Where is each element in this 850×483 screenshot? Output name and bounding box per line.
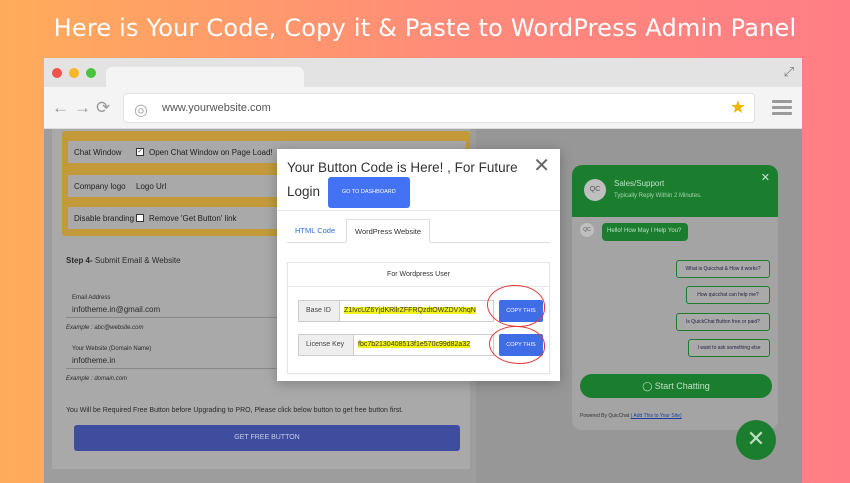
close-icon[interactable]: ✕ [761, 171, 770, 184]
url-text[interactable]: www.yourwebsite.com [162, 102, 271, 114]
browser-tabbar: ⤢ [44, 58, 802, 87]
license-key-value: fbc7b2130408513f1e570c99d82a32 [358, 341, 471, 348]
modal-divider [277, 210, 560, 211]
chat-option-2[interactable]: How quicchat can help me? [686, 286, 770, 304]
annotation-circle-base-id [487, 285, 545, 327]
browser-tab[interactable] [106, 67, 304, 87]
branding-checkbox[interactable] [136, 214, 144, 222]
get-free-button[interactable]: GET FREE BUTTON [74, 425, 460, 451]
chat-reply-time: Typically Reply Within 2 Minutes. [614, 193, 702, 199]
chat-widget-header: QC Sales/Support Typically Reply Within … [572, 165, 778, 217]
avatar: QC [584, 179, 606, 201]
chat-window-option: Open Chat Window on Page Load! [149, 147, 273, 157]
go-to-dashboard-button[interactable]: GO TO DASHBOARD [327, 177, 410, 208]
greeting-message: Hello! How May I Help You? [602, 223, 688, 241]
whatsapp-icon: ◯ [642, 381, 655, 391]
step4-heading: Step 4- Submit Email & Website [66, 256, 181, 265]
close-window-dot[interactable] [52, 68, 62, 78]
chat-window-label: Chat Window [74, 147, 122, 157]
chat-option-4[interactable]: I want to ask something else [688, 339, 770, 357]
base-id-value: Z1IvcUZ6YjdKRllrZFFRQzdtOWZDVXhqN [344, 307, 476, 314]
chat-option-1[interactable]: What is Quicchat & How it works? [676, 260, 770, 278]
annotation-circle-license [489, 326, 545, 364]
tab-wordpress-website[interactable]: WordPress Website [346, 219, 430, 243]
chat-agent-name: Sales/Support [614, 179, 665, 188]
headline: Here is Your Code, Copy it & Paste to Wo… [53, 14, 797, 42]
branding-label: Disable branding [74, 213, 135, 223]
branding-option: Remove 'Get Button' link [149, 213, 237, 223]
company-logo-label: Company logo [74, 181, 126, 191]
license-key-label: License Key [298, 334, 354, 356]
website-input[interactable]: infotheme.in [72, 356, 116, 365]
hamburger-menu-icon[interactable] [772, 100, 792, 118]
message-avatar: QC [580, 223, 594, 237]
website-example: Example : domain.com [66, 376, 128, 382]
base-id-label: Base ID [298, 300, 340, 322]
modal-tabs: HTML Code WordPress Website [287, 219, 550, 243]
step4-text: Submit Email & Website [94, 256, 181, 265]
step4-prefix: Step 4- [66, 256, 93, 265]
modal-title: Your Button Code is Here! , For Future L… [287, 158, 527, 208]
license-key-field[interactable]: fbc7b2130408513f1e570c99d82a32 [354, 334, 494, 356]
bookmark-star-icon[interactable]: ★ [730, 97, 746, 118]
email-input[interactable]: infotheme.in@gmail.com [72, 305, 160, 314]
notice-text: You Will be Required Free Button before … [66, 407, 404, 414]
powered-by: Powered By QuicChat ( Add This to Your S… [580, 413, 682, 419]
back-icon[interactable]: ← [52, 98, 69, 118]
maximize-window-dot[interactable] [86, 68, 96, 78]
start-chatting-button[interactable]: ◯ Start Chatting [580, 374, 772, 398]
minimize-window-dot[interactable] [69, 68, 79, 78]
powered-by-text: Powered By QuicChat [580, 413, 630, 419]
start-chatting-label: Start Chatting [654, 381, 710, 391]
page-content: Chat Window ✓ Open Chat Window on Page L… [44, 129, 802, 483]
chat-fab-close-icon[interactable]: ✕ [736, 420, 776, 460]
browser-window: ⤢ ← → ⟳ ◎ www.yourwebsite.com ★ Chat Win… [44, 58, 802, 483]
code-modal: Your Button Code is Here! , For Future L… [277, 149, 560, 381]
company-logo-input[interactable]: Logo Url [136, 182, 166, 191]
globe-icon: ◎ [134, 102, 148, 119]
panel-title: For Wordpress User [288, 263, 549, 287]
tab-html-code[interactable]: HTML Code [287, 219, 343, 243]
email-example: Example : abc@website.com [66, 325, 144, 331]
address-bar[interactable]: ◎ www.yourwebsite.com ★ [124, 94, 754, 122]
modal-close-icon[interactable]: ✕ [533, 153, 550, 178]
chat-window-checkbox[interactable]: ✓ [136, 148, 144, 156]
expand-icon[interactable]: ⤢ [784, 64, 794, 80]
forward-icon[interactable]: → [74, 98, 91, 118]
base-id-field[interactable]: Z1IvcUZ6YjdKRllrZFFRQzdtOWZDVXhqN [340, 300, 494, 322]
add-to-site-link[interactable]: ( Add This to Your Site) [631, 413, 682, 419]
chat-widget: QC Sales/Support Typically Reply Within … [572, 165, 778, 430]
browser-toolbar: ← → ⟳ ◎ www.yourwebsite.com ★ [44, 87, 802, 129]
reload-icon[interactable]: ⟳ [96, 98, 110, 118]
website-label: Your Website (Domain Name) [72, 346, 152, 352]
email-label: Email Address [72, 295, 111, 301]
chat-option-3[interactable]: Is QuickChat Button free or paid? [676, 313, 770, 331]
